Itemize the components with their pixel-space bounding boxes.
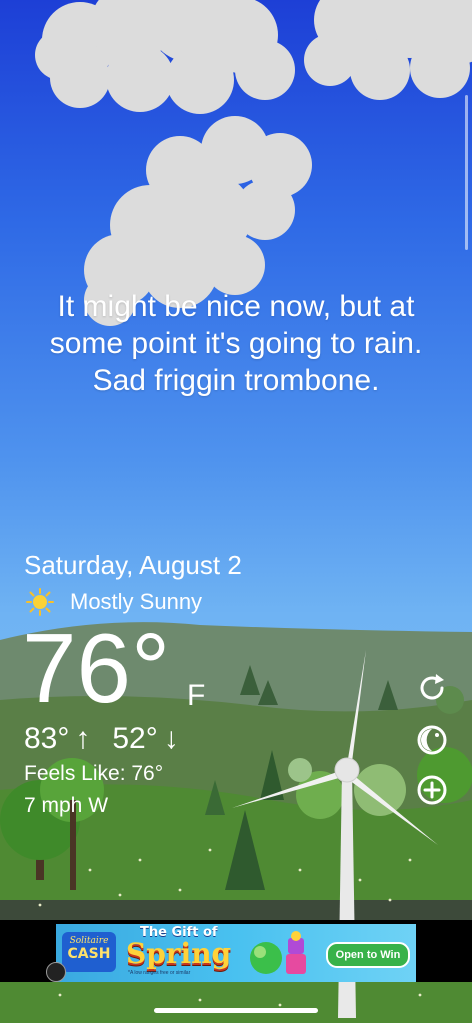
up-arrow-icon: ↑ (75, 722, 91, 755)
cloud (35, 0, 295, 114)
high-low-row: 83° ↑ 52° ↓ (24, 722, 179, 756)
refresh-icon[interactable] (414, 670, 450, 706)
message-line: Sad friggin trombone. (92, 364, 380, 397)
weather-message: It might be nice now, but at some point … (16, 288, 456, 399)
ad-info-icon[interactable] (46, 962, 66, 982)
current-temperature: 76° (22, 613, 171, 723)
condition-label: Mostly Sunny (70, 589, 203, 614)
scroll-indicator[interactable] (465, 95, 468, 250)
gift-character-icon (250, 931, 306, 974)
down-arrow-icon: ↓ (163, 722, 179, 755)
message-line: some point it's going to rain. (49, 327, 423, 360)
sun-icon (26, 588, 54, 616)
ad-brand-bottom: CASH (67, 946, 111, 962)
weather-scene (0, 0, 472, 1023)
ad-brand-top: Solitaire (69, 936, 109, 946)
ad-brand-logo: Solitaire CASH (62, 932, 116, 972)
moon-icon[interactable] (414, 722, 450, 758)
ad-banner[interactable]: Solitaire CASH The Gift of Spring *A low… (56, 924, 416, 982)
low-temperature: 52° (112, 722, 158, 755)
feels-like: Feels Like: 76° (24, 762, 164, 785)
wind-speed: 7 mph W (24, 794, 109, 817)
high-temperature: 83° (24, 722, 70, 755)
cloud (304, 0, 472, 100)
date-label: Saturday, August 2 (24, 550, 242, 580)
home-indicator[interactable] (154, 1008, 318, 1013)
temperature-unit-toggle[interactable]: F (187, 679, 205, 713)
ad-cta-button[interactable]: Open to Win (326, 942, 410, 968)
ground-band (0, 900, 472, 920)
message-line: It might be nice now, but at (57, 290, 415, 323)
ad-headline-main: Spring (126, 937, 232, 970)
ground-bottom (0, 982, 472, 1023)
add-location-icon[interactable] (414, 772, 450, 808)
condition-row: Mostly Sunny (26, 588, 202, 616)
